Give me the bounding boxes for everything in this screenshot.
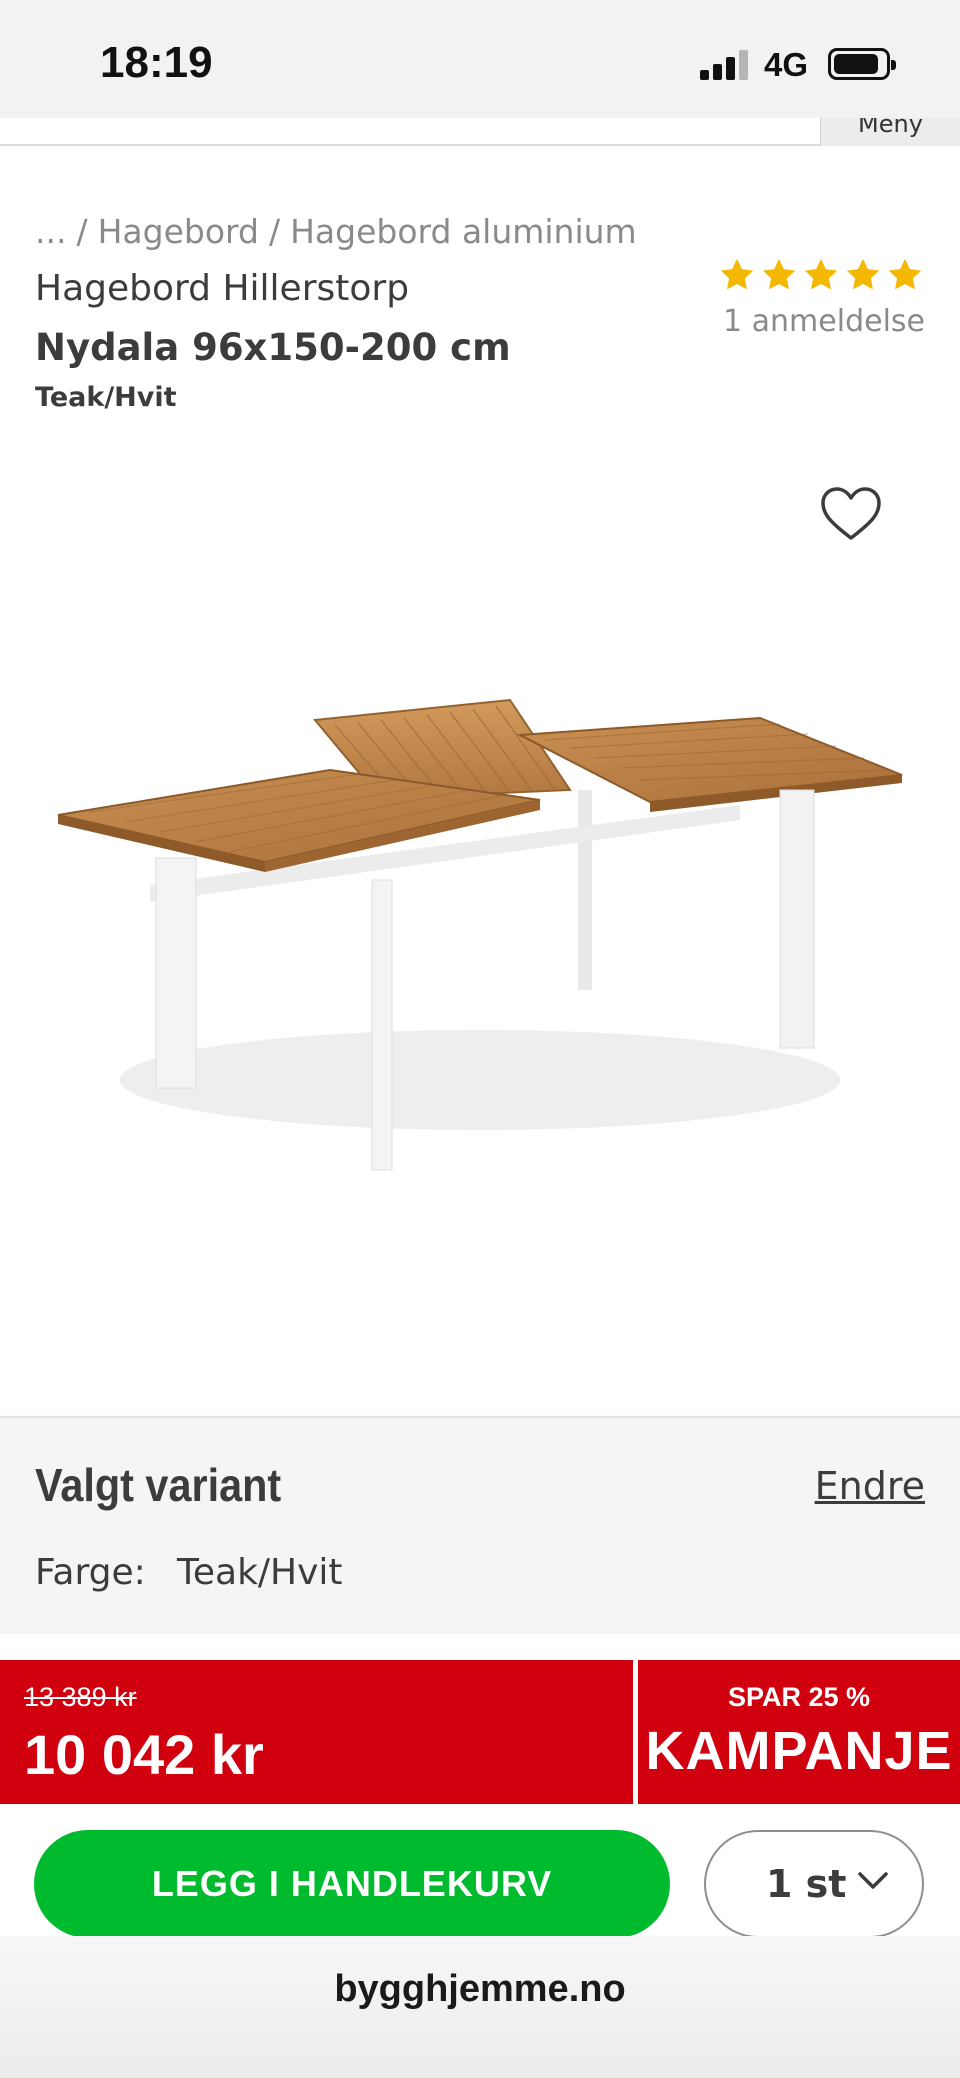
network-type: 4G: [764, 46, 809, 83]
price-bar: 13 389 kr 10 042 kr SPAR 25 % KAMPANJE: [0, 1660, 960, 1804]
star-icon: [846, 258, 880, 290]
breadcrumb-hagebord[interactable]: Hagebord: [98, 212, 259, 251]
site-header: [0, 118, 960, 146]
browser-address-bar[interactable]: bygghjemme.no: [0, 1936, 960, 2078]
signal-icon: [700, 48, 752, 80]
star-icon: [762, 258, 796, 290]
current-price: 10 042 kr: [24, 1723, 264, 1786]
status-bar: 18:19 4G: [0, 0, 960, 118]
rating-stars[interactable]: [718, 256, 924, 294]
url-text: bygghjemme.no: [334, 1968, 626, 2010]
star-icon: [720, 258, 754, 290]
add-to-cart-button[interactable]: LEGG I HANDLEKURV: [34, 1830, 670, 1938]
review-count[interactable]: 1 anmeldelse: [723, 304, 925, 339]
add-to-cart-label: LEGG I HANDLEKURV: [151, 1863, 553, 1904]
star-icon: [804, 258, 838, 290]
change-variant-link[interactable]: Endre: [815, 1464, 925, 1508]
breadcrumb-separator: /: [268, 212, 281, 251]
product-brand-line: Hagebord Hillerstorp: [35, 268, 410, 309]
breadcrumb: ... / Hagebord / Hagebord aluminium: [35, 212, 637, 251]
breadcrumb-hagebord-aluminium[interactable]: Hagebord aluminium: [290, 212, 637, 251]
chevron-down-icon: [858, 1872, 888, 1889]
menu-button[interactable]: Meny: [820, 118, 960, 146]
old-price: 13 389 kr: [24, 1682, 137, 1712]
campaign-label: KAMPANJE: [645, 1721, 953, 1781]
menu-label: Meny: [858, 118, 923, 138]
quantity-select[interactable]: 1 st: [704, 1830, 924, 1938]
product-variant: Teak/Hvit: [35, 382, 177, 413]
breadcrumb-separator: /: [76, 212, 88, 251]
color-label: Farge:: [35, 1552, 146, 1593]
status-time: 18:19: [100, 38, 213, 87]
save-badge: SPAR 25 %: [727, 1682, 871, 1712]
quantity-value: 1 st: [766, 1862, 847, 1906]
star-icon: [888, 258, 922, 290]
selected-variant-section: Valgt variant Endre Farge: Teak/Hvit: [0, 1416, 960, 1634]
heart-icon[interactable]: [820, 486, 882, 542]
color-value: Teak/Hvit: [177, 1552, 343, 1593]
garden-table-image[interactable]: [40, 640, 920, 1200]
product-title: Nydala 96x150-200 cm: [35, 326, 511, 369]
breadcrumb-ellipsis[interactable]: ...: [35, 212, 66, 251]
battery-icon: [828, 48, 896, 80]
variant-section-title: Valgt variant: [35, 1459, 282, 1511]
